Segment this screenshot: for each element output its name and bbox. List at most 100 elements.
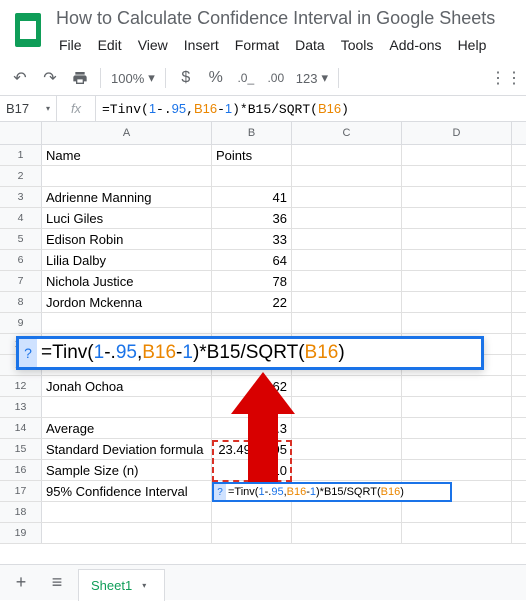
cell[interactable]: 41: [212, 187, 292, 207]
cell[interactable]: 36: [212, 208, 292, 228]
cell[interactable]: 64: [212, 250, 292, 270]
cell[interactable]: [212, 166, 292, 186]
row-header[interactable]: 9: [0, 313, 42, 333]
table-row[interactable]: 9: [0, 313, 526, 334]
cell[interactable]: [212, 313, 292, 333]
cell[interactable]: 48.3: [212, 418, 292, 438]
col-header-d[interactable]: D: [402, 122, 512, 144]
cell[interactable]: Nichola Justice: [42, 271, 212, 291]
row-header[interactable]: 12: [0, 376, 42, 396]
sheet-tab[interactable]: Sheet1▾: [78, 569, 165, 601]
cell[interactable]: [402, 418, 512, 438]
row-header[interactable]: 17: [0, 481, 42, 501]
select-all-corner[interactable]: [0, 122, 42, 144]
numformat-dropdown[interactable]: 123▾: [292, 70, 332, 86]
sheets-logo[interactable]: [8, 10, 48, 50]
menu-tools[interactable]: Tools: [334, 33, 381, 57]
cell[interactable]: [292, 271, 402, 291]
formula-help-icon[interactable]: ?: [214, 484, 226, 500]
cell[interactable]: [402, 292, 512, 312]
table-row[interactable]: 18: [0, 502, 526, 523]
table-row[interactable]: 5Edison Robin33: [0, 229, 526, 250]
cell[interactable]: [42, 523, 212, 543]
percent-icon[interactable]: %: [202, 65, 230, 91]
row-header[interactable]: 18: [0, 502, 42, 522]
cell[interactable]: [292, 313, 402, 333]
cell[interactable]: [402, 208, 512, 228]
cell[interactable]: [42, 313, 212, 333]
cell[interactable]: Lilia Dalby: [42, 250, 212, 270]
cell[interactable]: [292, 418, 402, 438]
cell[interactable]: [292, 397, 402, 417]
cell[interactable]: [212, 397, 292, 417]
redo-icon[interactable]: ↷: [36, 65, 64, 91]
cell[interactable]: [292, 145, 402, 165]
cell[interactable]: [402, 229, 512, 249]
table-row[interactable]: 14Average48.3: [0, 418, 526, 439]
undo-icon[interactable]: ↶: [6, 65, 34, 91]
menu-addons[interactable]: Add-ons: [382, 33, 448, 57]
col-header-c[interactable]: C: [292, 122, 402, 144]
row-header[interactable]: 1: [0, 145, 42, 165]
cell[interactable]: Points: [212, 145, 292, 165]
row-header[interactable]: 5: [0, 229, 42, 249]
spreadsheet-grid[interactable]: A B C D 1NamePoints23Adrienne Manning414…: [0, 122, 526, 544]
cell[interactable]: Average: [42, 418, 212, 438]
cell[interactable]: Sample Size (n): [42, 460, 212, 480]
dec-increase-icon[interactable]: .00: [262, 65, 290, 91]
cell[interactable]: Jordon Mckenna: [42, 292, 212, 312]
currency-icon[interactable]: $: [172, 65, 200, 91]
cell[interactable]: [212, 502, 292, 522]
cell[interactable]: [42, 166, 212, 186]
cell[interactable]: [402, 145, 512, 165]
cell[interactable]: [292, 208, 402, 228]
col-header-a[interactable]: A: [42, 122, 212, 144]
formula-bar[interactable]: =Tinv(1-.95,B16-1)*B15/SQRT(B16): [96, 101, 526, 117]
table-row[interactable]: 7Nichola Justice78: [0, 271, 526, 292]
col-header-b[interactable]: B: [212, 122, 292, 144]
cell[interactable]: [42, 502, 212, 522]
cell[interactable]: 23.4943295: [212, 439, 292, 459]
cell[interactable]: 62: [212, 376, 292, 396]
cell[interactable]: 10: [212, 460, 292, 480]
all-sheets-icon[interactable]: ≡: [42, 569, 72, 597]
menu-data[interactable]: Data: [288, 33, 332, 57]
row-header[interactable]: 19: [0, 523, 42, 543]
cell[interactable]: [402, 439, 512, 459]
cell[interactable]: [402, 502, 512, 522]
row-header[interactable]: 6: [0, 250, 42, 270]
row-header[interactable]: 4: [0, 208, 42, 228]
cell[interactable]: [212, 523, 292, 543]
active-cell-editor[interactable]: ? =Tinv(1-.95,B16-1)*B15/SQRT(B16): [212, 482, 452, 502]
row-header[interactable]: 3: [0, 187, 42, 207]
table-row[interactable]: 2: [0, 166, 526, 187]
cell[interactable]: Adrienne Manning: [42, 187, 212, 207]
dec-decrease-icon[interactable]: .0_: [232, 65, 260, 91]
table-row[interactable]: 16Sample Size (n)10: [0, 460, 526, 481]
cell[interactable]: Standard Deviation formula: [42, 439, 212, 459]
menu-view[interactable]: View: [131, 33, 175, 57]
cell[interactable]: [292, 376, 402, 396]
cell[interactable]: [402, 250, 512, 270]
cell[interactable]: [292, 460, 402, 480]
cell[interactable]: Luci Giles: [42, 208, 212, 228]
menu-insert[interactable]: Insert: [177, 33, 226, 57]
cell[interactable]: [292, 166, 402, 186]
row-header[interactable]: 8: [0, 292, 42, 312]
cell[interactable]: [402, 397, 512, 417]
cell[interactable]: [402, 523, 512, 543]
add-sheet-button[interactable]: +: [6, 569, 36, 597]
name-box[interactable]: B17▾: [0, 101, 56, 116]
cell[interactable]: [292, 439, 402, 459]
cell[interactable]: [402, 460, 512, 480]
menu-help[interactable]: Help: [451, 33, 494, 57]
cell[interactable]: 33: [212, 229, 292, 249]
cell[interactable]: Edison Robin: [42, 229, 212, 249]
table-row[interactable]: 6Lilia Dalby64: [0, 250, 526, 271]
print-icon[interactable]: [66, 65, 94, 91]
table-row[interactable]: 15Standard Deviation formula23.4943295: [0, 439, 526, 460]
cell[interactable]: 22: [212, 292, 292, 312]
cell[interactable]: Name: [42, 145, 212, 165]
cell[interactable]: [292, 523, 402, 543]
table-row[interactable]: 13: [0, 397, 526, 418]
